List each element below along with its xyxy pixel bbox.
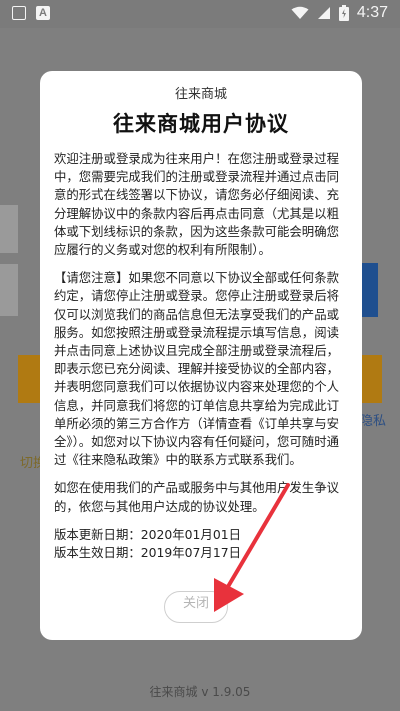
- app-version: 往来商城 v 1.9.05: [149, 685, 251, 699]
- status-right: 4:37: [291, 4, 388, 22]
- background-yellow-button-right: [362, 355, 382, 403]
- background-input-left: [0, 205, 18, 253]
- a-badge-icon: A: [36, 6, 50, 20]
- agreement-paragraph-1: 欢迎注册或登录成为往来用户！在您注册或登录过程中，您需要完成我们的注册或登录流程…: [54, 151, 339, 258]
- background-privacy-link: 隐私: [360, 413, 387, 428]
- version-update-date: 版本更新日期：2020年01月01日: [54, 526, 241, 542]
- agreement-paragraph-3: 如您在使用我们的产品或服务中与其他用户发生争议的，依您与其他用户达成的协议处理。: [54, 480, 339, 514]
- close-button[interactable]: 关闭: [164, 591, 228, 623]
- wifi-icon: [291, 6, 309, 19]
- cellular-signal-icon: [317, 7, 330, 19]
- agreement-paragraph-2: 【请您注意】如果您不同意以下协议全部或任何条款约定，请您停止注册或登录。您停止注…: [54, 270, 339, 468]
- notification-box-icon: [12, 6, 26, 20]
- agreement-text: 欢迎注册或登录成为往来用户！在您注册或登录过程中，您需要完成我们的注册或登录流程…: [54, 150, 348, 562]
- status-bar: A 4:37: [0, 0, 400, 28]
- user-agreement-dialog: 往来商城 往来商城用户协议 欢迎注册或登录成为往来用户！在您注册或登录过程中，您…: [40, 71, 362, 640]
- battery-icon: [338, 5, 349, 21]
- status-time: 4:37: [356, 4, 388, 21]
- dialog-title: 往来商城用户协议: [113, 112, 289, 136]
- status-left: A: [12, 6, 50, 20]
- dialog-subtitle: 往来商城: [174, 87, 227, 102]
- background-yellow-button-left: [18, 355, 42, 403]
- version-effective-date: 版本生效日期：2019年07月17日: [54, 545, 241, 561]
- background-input-left-2: [0, 264, 18, 316]
- background-blue-button: [362, 263, 378, 317]
